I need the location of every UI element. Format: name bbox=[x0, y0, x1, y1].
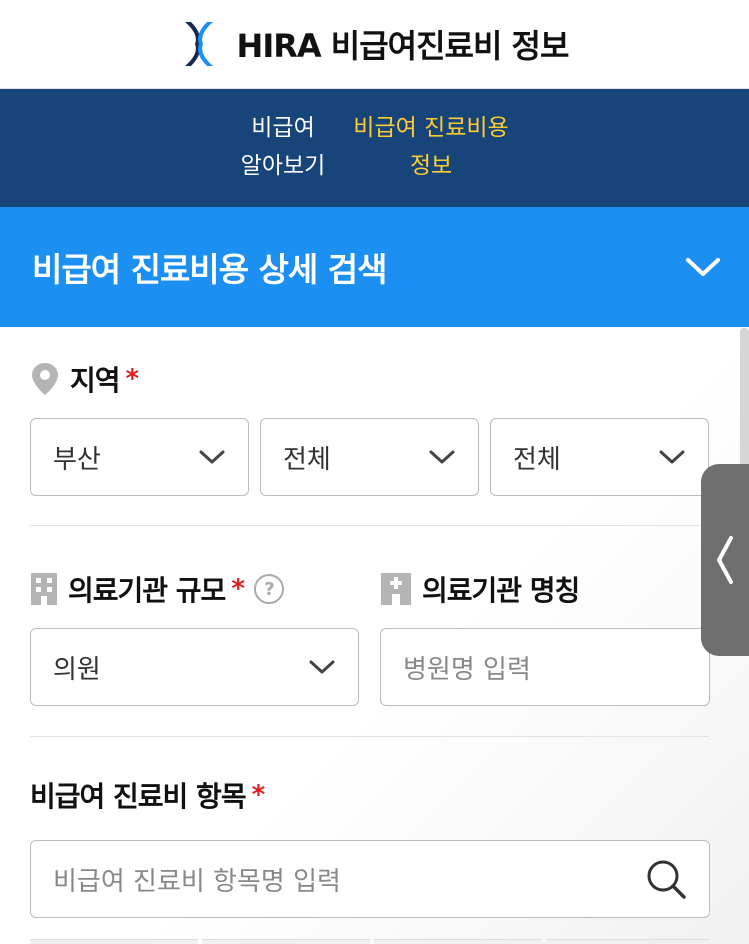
item-search-placeholder: 비급여 진료비 항목명 입력 bbox=[53, 866, 341, 897]
institution-size-label: 의료기관 규모 * ? bbox=[30, 569, 284, 609]
partial-tile bbox=[374, 939, 542, 944]
partial-tile bbox=[202, 939, 370, 944]
region-district-select[interactable]: 전체 bbox=[260, 418, 479, 496]
item-label: 비급여 진료비 항목 * bbox=[30, 775, 266, 815]
search-icon[interactable] bbox=[645, 858, 687, 900]
item-label-text: 비급여 진료비 항목 bbox=[30, 780, 247, 813]
divider bbox=[30, 736, 710, 737]
nav-item-label-line2: 알아보기 bbox=[240, 153, 326, 179]
required-mark: * bbox=[231, 574, 245, 604]
hira-logo-icon[interactable] bbox=[181, 20, 217, 68]
chevron-down-icon bbox=[429, 450, 455, 464]
institution-name-placeholder: 병원명 입력 bbox=[403, 654, 531, 685]
institution-name-label-text: 의료기관 명칭 bbox=[422, 574, 580, 607]
partial-tile bbox=[30, 939, 198, 944]
region-district-value: 전체 bbox=[283, 444, 331, 475]
chevron-down-icon bbox=[309, 660, 335, 674]
hospital-icon bbox=[381, 573, 411, 605]
search-form: 지역 * 부산 전체 전체 의료기관 규모 * ? 의원 의료기관 명칭 병원명… bbox=[0, 327, 749, 944]
region-label: 지역 * bbox=[30, 359, 140, 399]
nav-item-label-line1: 비급여 진료비용 bbox=[353, 115, 509, 141]
chevron-down-icon bbox=[686, 258, 720, 276]
required-mark: * bbox=[125, 364, 140, 394]
nav-item-label-line2: 정보 bbox=[409, 153, 453, 179]
chevron-down-icon bbox=[199, 450, 225, 464]
region-town-value: 전체 bbox=[513, 444, 561, 475]
institution-name-label: 의료기관 명칭 bbox=[380, 569, 580, 609]
nav-item-label-line1: 비급여 bbox=[251, 115, 315, 141]
institution-name-input[interactable]: 병원명 입력 bbox=[380, 628, 710, 706]
chevron-down-icon bbox=[659, 450, 685, 464]
divider bbox=[30, 525, 710, 526]
partial-tile bbox=[546, 939, 710, 944]
region-city-value: 부산 bbox=[53, 444, 101, 475]
location-pin-icon bbox=[32, 363, 58, 395]
app-header: HIRA 비급여진료비 정보 bbox=[0, 0, 749, 89]
building-icon bbox=[31, 573, 57, 605]
institution-size-value: 의원 bbox=[53, 654, 101, 685]
region-city-select[interactable]: 부산 bbox=[30, 418, 249, 496]
detail-search-toggle[interactable]: 비급여 진료비용 상세 검색 bbox=[0, 207, 749, 327]
nav-item-noncovered-intro[interactable]: 비급여 알아보기 bbox=[228, 109, 338, 185]
item-search-input[interactable]: 비급여 진료비 항목명 입력 bbox=[30, 840, 710, 918]
help-icon[interactable]: ? bbox=[253, 574, 284, 604]
side-panel-toggle[interactable] bbox=[701, 464, 749, 656]
institution-size-select[interactable]: 의원 bbox=[30, 628, 359, 706]
region-label-text: 지역 bbox=[70, 364, 121, 397]
main-nav: 비급여 알아보기 비급여 진료비용 정보 bbox=[0, 89, 749, 207]
institution-size-label-text: 의료기관 규모 bbox=[68, 574, 226, 607]
required-mark: * bbox=[251, 780, 266, 810]
chevron-left-icon bbox=[717, 536, 733, 584]
app-title: HIRA 비급여진료비 정보 bbox=[236, 27, 570, 65]
detail-search-title: 비급여 진료비용 상세 검색 bbox=[32, 250, 387, 289]
region-town-select[interactable]: 전체 bbox=[490, 418, 709, 496]
nav-item-noncovered-cost-info[interactable]: 비급여 진료비용 정보 bbox=[345, 109, 517, 185]
